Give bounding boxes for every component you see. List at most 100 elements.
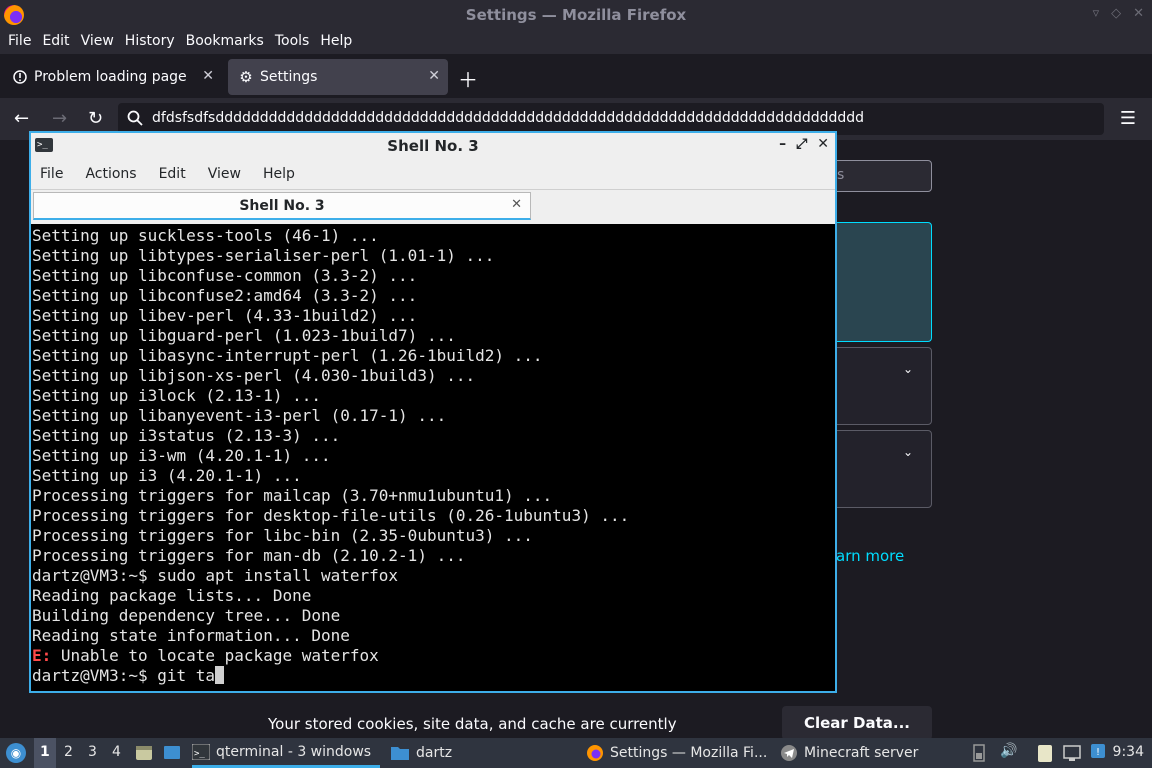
task-firefox-settings[interactable]: Settings — Mozilla Fi... [586,738,767,768]
menu-history[interactable]: History [125,30,182,54]
back-arrow-icon[interactable]: ← [14,108,29,129]
terminal-line: Setting up libguard-perl (1.023-1build7)… [32,326,456,345]
clipboard-icon[interactable] [1036,743,1054,763]
terminal-line: Processing triggers for desktop-file-uti… [32,506,630,525]
terminal-tabbar: Shell No. 3 ✕ [31,189,835,221]
maximize-icon[interactable]: ◇ [1111,6,1121,21]
firefox-tabbar: Problem loading page ✕ ⚙ Settings ✕ [0,56,1152,98]
cookie-description: Your stored cookies, site data, and cach… [268,715,677,733]
clear-data-button[interactable]: Clear Data... [782,706,932,740]
term-menu-file[interactable]: File [40,161,63,189]
terminal-line: Processing triggers for libc-bin (2.35-0… [32,526,533,545]
menu-bookmarks[interactable]: Bookmarks [186,30,271,54]
task-dartz[interactable]: dartz [390,738,452,768]
terminal-line: dartz@VM3:~$ sudo apt install waterfox [32,566,399,585]
search-icon [127,110,143,126]
task-qterminal[interactable]: >_ qterminal - 3 windows [192,738,380,768]
volume-icon[interactable]: 🔊 [1000,743,1017,759]
terminal-line: Setting up i3status (2.13-3) ... [32,426,341,445]
prompt-text: dartz@VM3:~$ git ta [32,666,216,685]
learn-more-link[interactable]: arn more [836,547,904,565]
battery-icon[interactable] [972,743,986,763]
firefox-titlebar[interactable]: Settings — Mozilla Firefox ▿ ◇ ✕ [0,0,1152,30]
terminal-tab-label: Shell No. 3 [239,198,325,214]
clock[interactable]: 9:34 [1113,744,1144,760]
terminal-line: Setting up suckless-tools (46-1) ... [32,226,379,245]
terminal-line: Setting up libanyevent-i3-perl (0.17-1) … [32,406,447,425]
tab-close-icon[interactable]: ✕ [511,197,522,212]
desktop: Settings — Mozilla Firefox ▿ ◇ ✕ File Ed… [0,0,1152,768]
start-menu-icon[interactable]: ◉ [6,743,26,763]
task-label: Minecraft server [804,745,919,761]
workspace-1[interactable]: 1 [40,744,50,760]
menu-file[interactable]: File [8,30,38,54]
close-icon[interactable]: ✕ [1133,6,1144,21]
file-manager-icon[interactable] [134,743,154,763]
terminal-menubar: File Actions Edit View Help [31,161,835,189]
gear-icon: ⚙ [239,68,253,86]
terminal-titlebar[interactable]: >_ Shell No. 3 – ⤢ ✕ [31,133,835,159]
menu-help[interactable]: Help [320,30,359,54]
close-icon[interactable]: ✕ [817,136,829,152]
terminal-window-controls: – ⤢ ✕ [779,136,829,152]
notification-icon[interactable]: ! [1090,743,1106,759]
tab-close-icon[interactable]: ✕ [428,68,440,84]
terminal-line: Setting up i3-wm (4.20.1-1) ... [32,446,331,465]
terminal-line: Processing triggers for man-db (2.10.2-1… [32,546,466,565]
terminal-line: Setting up libev-perl (4.33-1build2) ... [32,306,418,325]
task-minecraft-server[interactable]: Minecraft server [780,738,918,768]
error-message: Unable to locate package waterfox [51,646,379,665]
forward-arrow-icon[interactable]: → [52,108,67,129]
menu-view[interactable]: View [81,30,121,54]
desktop-icon[interactable] [162,743,182,763]
terminal-screen[interactable]: Setting up suckless-tools (46-1) ... Set… [31,224,835,691]
chevron-down-icon: ⌄ [902,362,913,376]
taskbar: ◉ 1 2 3 4 >_ qterminal - 3 windows dartz… [0,738,1152,768]
network-icon[interactable] [1062,743,1082,763]
minimize-icon[interactable]: ▿ [1093,6,1100,21]
maximize-icon[interactable]: ⤢ [796,136,807,152]
terminal-window[interactable]: >_ Shell No. 3 – ⤢ ✕ File Actions Edit V… [29,131,837,693]
svg-text:!: ! [1096,747,1100,758]
terminal-prompt-line[interactable]: dartz@VM3:~$ git ta [32,666,835,686]
firefox-icon [586,744,604,762]
terminal-line: Setting up i3lock (2.13-1) ... [32,386,321,405]
minimize-icon[interactable]: – [779,136,786,152]
tab-problem-loading[interactable]: Problem loading page ✕ [2,59,222,95]
url-text[interactable]: dfdsfsdfsddddddddddddddddddddddddddddddd… [152,110,1082,126]
terminal-icon: >_ [192,743,210,760]
terminal-line: Reading state information... Done [32,626,350,645]
task-label: Settings — Mozilla Fi... [610,745,768,761]
tab-close-icon[interactable]: ✕ [202,68,214,84]
terminal-line: Reading package lists... Done [32,586,312,605]
term-menu-actions[interactable]: Actions [85,161,136,189]
term-menu-view[interactable]: View [208,161,241,189]
terminal-line: Setting up libasync-interrupt-perl (1.26… [32,346,543,365]
terminal-error-line: E: Unable to locate package waterfox [32,646,835,666]
workspace-2[interactable]: 2 [64,744,73,760]
term-menu-edit[interactable]: Edit [159,161,186,189]
reload-icon[interactable]: ↻ [88,108,103,129]
hamburger-menu-icon[interactable]: ☰ [1120,108,1136,129]
terminal-title: Shell No. 3 [387,137,479,155]
warning-icon [12,69,28,85]
task-label: qterminal - 3 windows [216,743,372,760]
menu-edit[interactable]: Edit [42,30,76,54]
terminal-line: Processing triggers for mailcap (3.70+nm… [32,486,553,505]
terminal-line: Setting up i3 (4.20.1-1) ... [32,466,302,485]
terminal-tab[interactable]: Shell No. 3 ✕ [33,192,531,220]
terminal-line: Setting up libconfuse-common (3.3-2) ... [32,266,418,285]
workspace-3[interactable]: 3 [88,744,97,760]
new-tab-plus-icon[interactable]: ＋ [458,64,478,93]
firefox-menubar: File Edit View History Bookmarks Tools H… [0,30,1152,54]
terminal-line: Building dependency tree... Done [32,606,341,625]
terminal-line: Setting up libconfuse2:amd64 (3.3-2) ... [32,286,418,305]
chevron-down-icon: ⌄ [902,445,913,459]
term-menu-help[interactable]: Help [263,161,295,189]
menu-tools[interactable]: Tools [275,30,317,54]
text-cursor [215,666,225,684]
workspace-4[interactable]: 4 [112,744,121,760]
tab-label: Problem loading page [34,69,187,85]
tab-settings[interactable]: ⚙ Settings ✕ [228,59,448,95]
terminal-line: Setting up libjson-xs-perl (4.030-1build… [32,366,476,385]
